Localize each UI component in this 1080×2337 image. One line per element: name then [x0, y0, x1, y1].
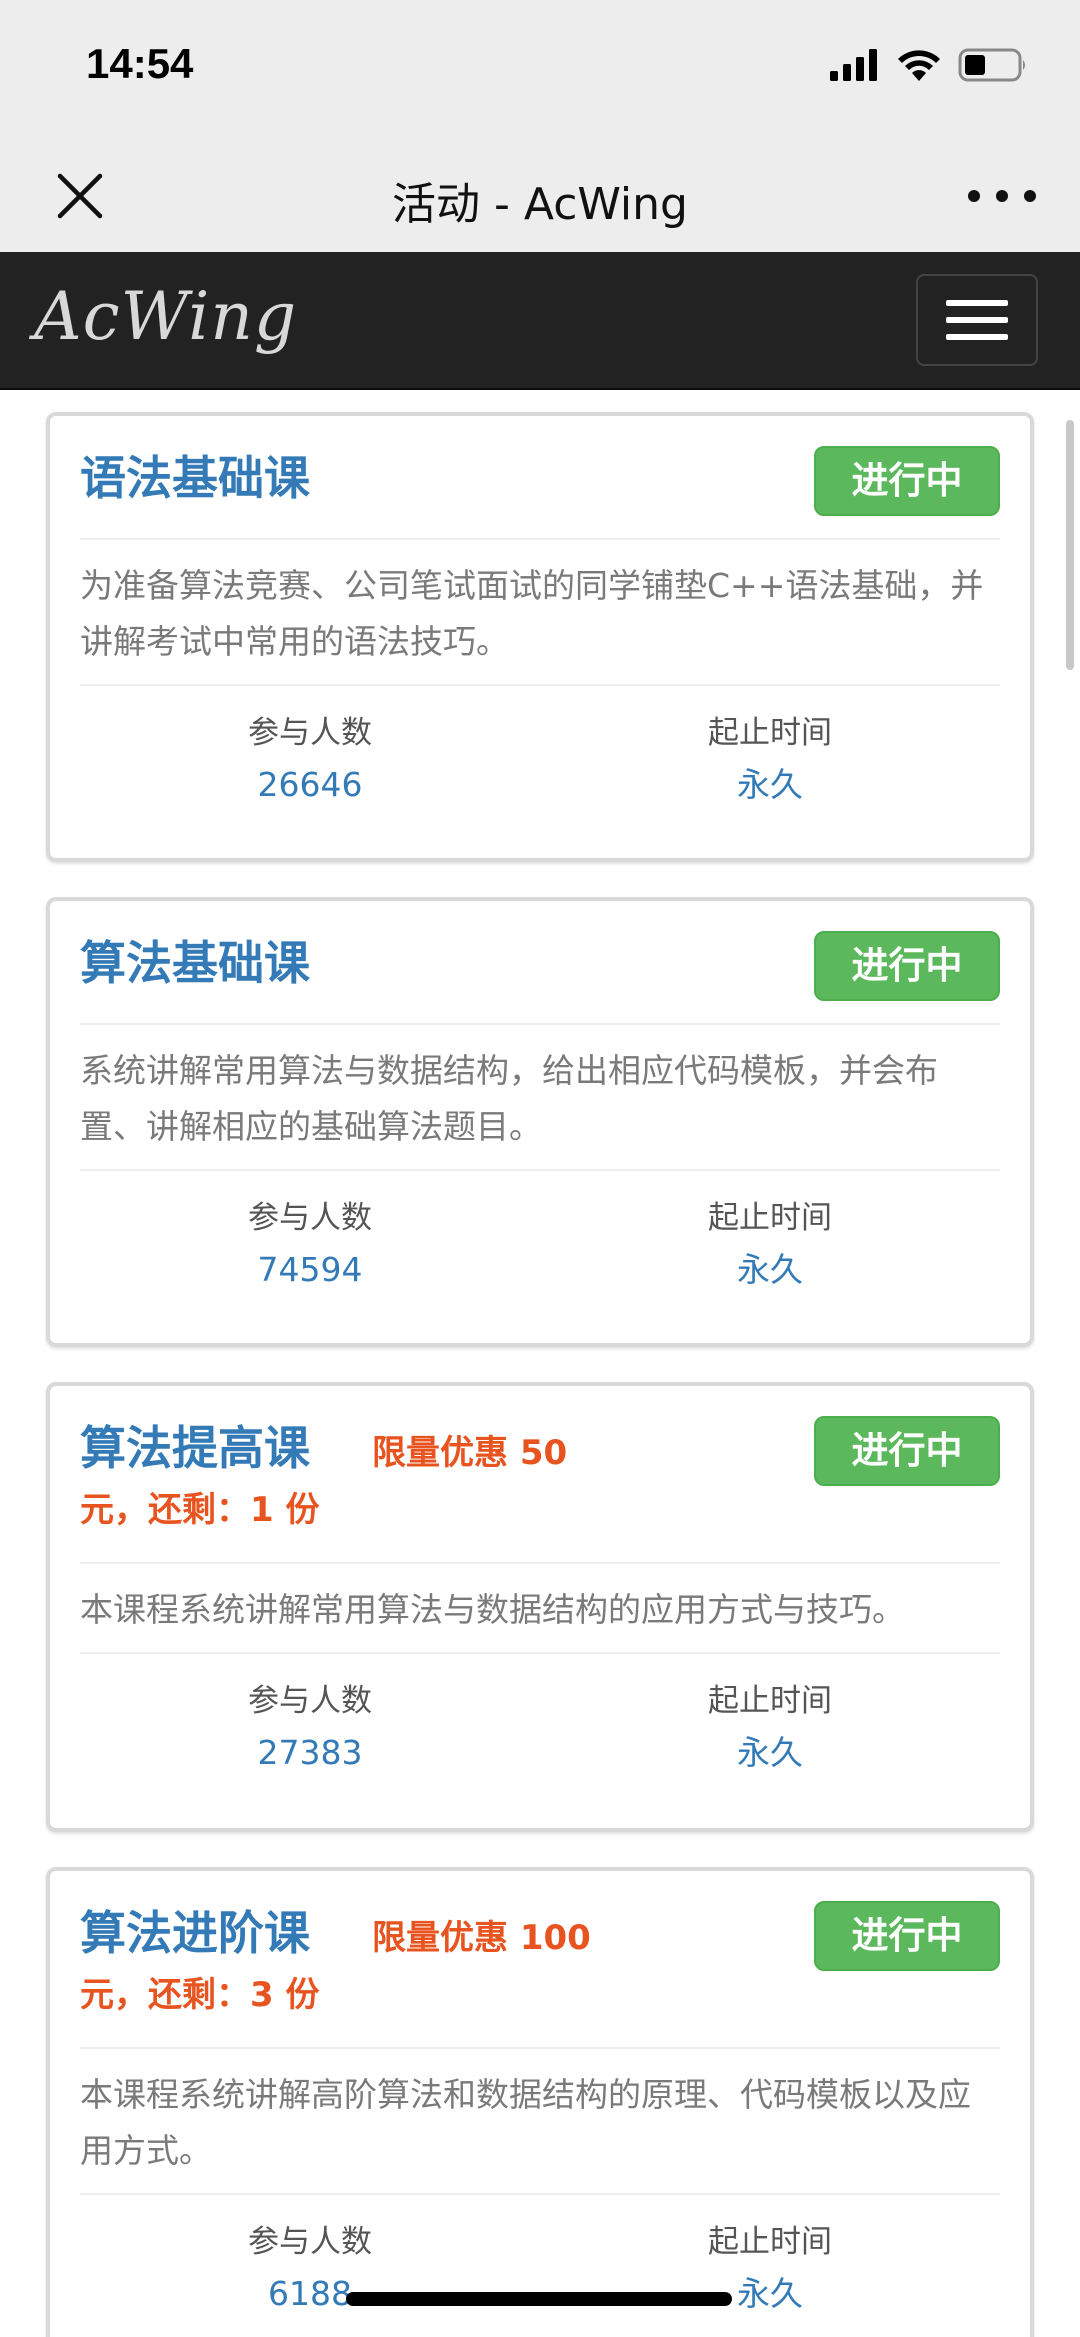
course-description: 为准备算法竞赛、公司笔试面试的同学铺垫C++语法基础，并讲解考试中常用的语法技巧…: [80, 540, 1000, 686]
home-indicator[interactable]: [346, 2292, 732, 2306]
card-header: 语法基础课 进行中: [80, 416, 1000, 540]
title-bar: 活动 - AcWing: [0, 140, 1080, 252]
participants-count: 74594: [257, 1250, 363, 1289]
promo-text: 限量优惠 50: [372, 1433, 568, 1473]
duration-label: 起止时间: [708, 1683, 832, 1719]
participants-label: 参与人数: [248, 1200, 372, 1236]
more-dots-icon: [968, 190, 980, 202]
promo-remaining: 元，还剩：3 份: [80, 1975, 320, 2015]
participants-count: 26646: [257, 765, 363, 804]
duration-label: 起止时间: [708, 1200, 832, 1236]
window-title: 活动 - AcWing: [392, 179, 688, 230]
status-time: 14:54: [86, 40, 194, 87]
duration-stat: 起止时间 永久: [540, 1197, 1000, 1297]
course-title[interactable]: 语法基础课: [80, 451, 310, 505]
duration-stat: 起止时间 永久: [540, 2221, 1000, 2321]
participants-stat: 参与人数 6188: [80, 2221, 540, 2321]
course-description: 系统讲解常用算法与数据结构，给出相应代码模板，并会布置、讲解相应的基础算法题目。: [80, 1025, 1000, 1171]
participants-label: 参与人数: [248, 715, 372, 751]
promo-remaining: 元，还剩：1 份: [80, 1490, 320, 1530]
card-header: 算法基础课 进行中: [80, 901, 1000, 1025]
promo-text: 限量优惠 100: [372, 1918, 591, 1958]
course-card[interactable]: 语法基础课 进行中 为准备算法竞赛、公司笔试面试的同学铺垫C++语法基础，并讲解…: [46, 412, 1034, 862]
scrollbar[interactable]: [1064, 392, 1080, 2337]
participants-label: 参与人数: [248, 1683, 372, 1719]
hamburger-icon: [946, 300, 1008, 306]
battery-icon: [958, 48, 1025, 82]
duration-stat: 起止时间 永久: [540, 712, 1000, 812]
course-stats: 参与人数 74594 起止时间 永久: [80, 1171, 1000, 1297]
scrollbar-thumb[interactable]: [1066, 420, 1074, 670]
course-card[interactable]: 算法提高课 限量优惠 50 元，还剩：1 份 进行中 本课程系统讲解常用算法与数据…: [46, 1382, 1034, 1832]
duration-value: 永久: [737, 1250, 803, 1289]
participants-label: 参与人数: [248, 2224, 372, 2260]
status-badge: 进行中: [814, 931, 1000, 1001]
status-badge: 进行中: [814, 446, 1000, 516]
wifi-icon: [898, 50, 940, 81]
course-card[interactable]: 算法基础课 进行中 系统讲解常用算法与数据结构，给出相应代码模板，并会布置、讲解…: [46, 897, 1034, 1347]
cellular-signal-icon: [830, 49, 877, 81]
site-navbar: AcWing: [0, 252, 1080, 390]
duration-stat: 起止时间 永久: [540, 1680, 1000, 1780]
more-options-button[interactable]: [968, 168, 1036, 224]
status-icons: [830, 48, 1028, 82]
course-description: 本课程系统讲解常用算法与数据结构的应用方式与技巧。: [80, 1564, 1000, 1654]
course-title[interactable]: 算法提高课: [80, 1421, 310, 1475]
duration-label: 起止时间: [708, 715, 832, 751]
course-description: 本课程系统讲解高阶算法和数据结构的原理、代码模板以及应用方式。: [80, 2049, 1000, 2195]
participants-count: 27383: [257, 1733, 363, 1772]
participants-stat: 参与人数 26646: [80, 712, 540, 812]
course-title[interactable]: 算法基础课: [80, 936, 310, 990]
card-header: 算法进阶课 限量优惠 100 元，还剩：3 份 进行中: [80, 1871, 1000, 2049]
status-badge: 进行中: [814, 1416, 1000, 1486]
participants-stat: 参与人数 27383: [80, 1680, 540, 1780]
course-card[interactable]: 算法进阶课 限量优惠 100 元，还剩：3 份 进行中 本课程系统讲解高阶算法和数…: [46, 1867, 1034, 2337]
course-title[interactable]: 算法进阶课: [80, 1906, 310, 1960]
course-list[interactable]: 语法基础课 进行中 为准备算法竞赛、公司笔试面试的同学铺垫C++语法基础，并讲解…: [0, 392, 1080, 2337]
participants-stat: 参与人数 74594: [80, 1197, 540, 1297]
status-bar: 14:54: [0, 0, 1080, 140]
duration-value: 永久: [737, 765, 803, 804]
brand-logo[interactable]: AcWing: [34, 278, 297, 355]
duration-label: 起止时间: [708, 2224, 832, 2260]
course-stats: 参与人数 27383 起止时间 永久: [80, 1654, 1000, 1780]
menu-toggle-button[interactable]: [916, 274, 1038, 366]
duration-value: 永久: [737, 1733, 803, 1772]
card-header: 算法提高课 限量优惠 50 元，还剩：1 份 进行中: [80, 1386, 1000, 1564]
status-badge: 进行中: [814, 1901, 1000, 1971]
course-stats: 参与人数 26646 起止时间 永久: [80, 686, 1000, 812]
